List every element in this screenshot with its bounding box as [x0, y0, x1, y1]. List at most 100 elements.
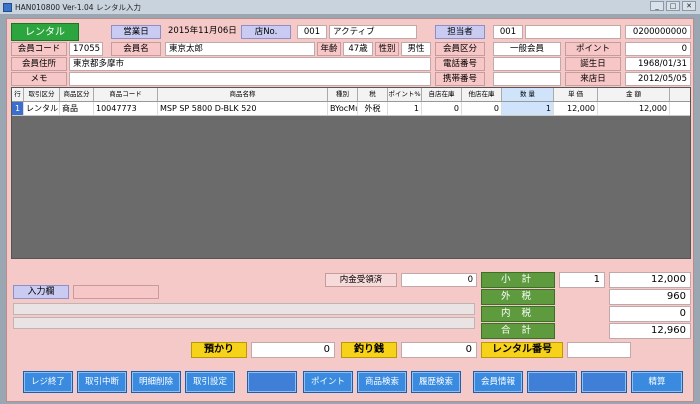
phone-label: 電話番号	[435, 57, 485, 71]
store-no-label: 店No.	[241, 25, 291, 39]
main-panel: レンタル 営業日 2015年11月06日 店No. 001 アクティブ 担当者 …	[6, 18, 694, 402]
minimize-icon[interactable]: _	[650, 1, 664, 11]
point-field: 0	[625, 42, 691, 56]
cell-point-rate: 1	[388, 102, 422, 115]
col-header: 商品区分	[60, 88, 94, 101]
message-bar-2	[13, 317, 475, 329]
age-field: 47歳	[343, 42, 373, 56]
memo-label: メモ	[11, 72, 67, 86]
col-header: 数 量	[502, 88, 554, 101]
deposit-field: 0	[401, 273, 477, 287]
cell-product-name: MSP SP 5800 D-BLK 520	[158, 102, 328, 115]
member-class-label: 会員区分	[435, 42, 485, 56]
member-class-field: 一般会員	[493, 42, 561, 56]
mobile-field	[493, 72, 561, 86]
maximize-icon[interactable]: □	[666, 1, 680, 11]
col-header: 単 価	[554, 88, 598, 101]
blank-button-2[interactable]	[527, 371, 577, 393]
total-label: 合 計	[481, 323, 555, 339]
inner-tax-value: 0	[609, 306, 691, 322]
birthday-field: 1968/01/31	[625, 57, 691, 71]
window-title: HAN010800 Ver-1.04 レンタル入力	[15, 2, 141, 12]
birthday-label: 誕生日	[565, 57, 621, 71]
received-label: 預かり	[191, 342, 247, 358]
cell-tax: 外税	[358, 102, 388, 115]
outer-tax-value: 960	[609, 289, 691, 305]
close-icon[interactable]: ✕	[682, 1, 696, 11]
member-code-field[interactable]: 17055	[69, 42, 103, 56]
age-label: 年齢	[317, 42, 341, 56]
rental-no-field[interactable]	[567, 342, 631, 358]
business-day-label: 営業日	[111, 25, 161, 39]
grid-header: 行 取引区分 商品区分 商品コード 商品名称 種別 税 ポイント% 自店在庫 他…	[12, 88, 690, 102]
store-name-field: アクティブ	[329, 25, 417, 39]
cell-transaction-type: レンタル	[26, 102, 60, 115]
change-field: 0	[401, 342, 477, 358]
received-field[interactable]: 0	[251, 342, 335, 358]
history-search-button[interactable]: 履歴検索	[411, 371, 461, 393]
phone-field	[493, 57, 561, 71]
col-header: 商品名称	[158, 88, 328, 101]
mode-title: レンタル	[11, 23, 79, 41]
col-header: 行	[12, 88, 24, 101]
transaction-settings-button[interactable]: 取引設定	[185, 371, 235, 393]
message-bar-1	[13, 303, 475, 315]
subtotal-qty: 1	[559, 272, 605, 288]
table-row[interactable]: 1 レンタル 商品 10047773 MSP SP 5800 D-BLK 520…	[12, 102, 690, 116]
member-code-label: 会員コード	[11, 42, 67, 56]
subtotal-value: 12,000	[609, 272, 691, 288]
business-day-value: 2015年11月06日	[168, 26, 237, 36]
memo-field[interactable]	[69, 72, 431, 86]
checkout-button[interactable]: 精算	[631, 371, 683, 393]
mobile-label: 携帯番号	[435, 72, 485, 86]
member-name-label: 会員名	[111, 42, 161, 56]
col-header: 取引区分	[24, 88, 60, 101]
col-header: ポイント%	[388, 88, 422, 101]
reg-end-button[interactable]: レジ終了	[23, 371, 73, 393]
col-header: 税	[358, 88, 388, 101]
point-button[interactable]: ポイント	[303, 371, 353, 393]
col-header: 他店在庫	[462, 88, 502, 101]
col-header: 自店在庫	[422, 88, 462, 101]
address-field: 東京都多摩市	[69, 57, 431, 71]
line-items-grid[interactable]: 行 取引区分 商品区分 商品コード 商品名称 種別 税 ポイント% 自店在庫 他…	[11, 87, 691, 259]
rental-no-label: レンタル番号	[481, 342, 563, 358]
cell-product-code: 10047773	[94, 102, 158, 115]
change-label: 釣り銭	[341, 342, 397, 358]
product-search-button[interactable]: 商品検索	[357, 371, 407, 393]
subtotal-label: 小 計	[481, 272, 555, 288]
col-header: 金 額	[598, 88, 670, 101]
app-icon	[3, 2, 12, 12]
member-name-field: 東京太郎	[165, 42, 315, 56]
inner-tax-label: 内 税	[481, 306, 555, 322]
cell-quantity[interactable]: 1	[502, 102, 554, 115]
staff-label: 担当者	[435, 25, 485, 39]
member-info-button[interactable]: 会員情報	[473, 371, 523, 393]
last-visit-label: 来店日	[565, 72, 621, 86]
receipt-no-field: 0200000000	[625, 25, 691, 39]
cell-other-stock: 0	[462, 102, 502, 115]
last-visit-field: 2012/05/05	[625, 72, 691, 86]
cell-own-stock: 0	[422, 102, 462, 115]
address-label: 会員住所	[11, 57, 67, 71]
store-no-field[interactable]: 001	[297, 25, 327, 39]
blank-button-3[interactable]	[581, 371, 627, 393]
point-label: ポイント	[565, 42, 621, 56]
sex-field: 男性	[401, 42, 431, 56]
staff-no-field[interactable]: 001	[493, 25, 523, 39]
input-mode-field[interactable]	[73, 285, 159, 299]
cell-product-class: 商品	[60, 102, 94, 115]
sex-label: 性別	[375, 42, 399, 56]
deposit-label: 内金受領済	[325, 273, 397, 287]
blank-button-1[interactable]	[247, 371, 297, 393]
outer-tax-label: 外 税	[481, 289, 555, 305]
app-window: HAN010800 Ver-1.04 レンタル入力 _ □ ✕ レンタル 営業日…	[0, 0, 700, 404]
suspend-button[interactable]: 取引中断	[77, 371, 127, 393]
delete-line-button[interactable]: 明細削除	[131, 371, 181, 393]
input-mode-label: 入力欄	[13, 285, 69, 299]
staff-name-field	[525, 25, 621, 39]
row-index: 1	[12, 102, 24, 115]
cell-unit-price: 12,000	[554, 102, 598, 115]
cell-amount: 12,000	[598, 102, 670, 115]
cell-kind: BYocMu	[330, 102, 358, 115]
